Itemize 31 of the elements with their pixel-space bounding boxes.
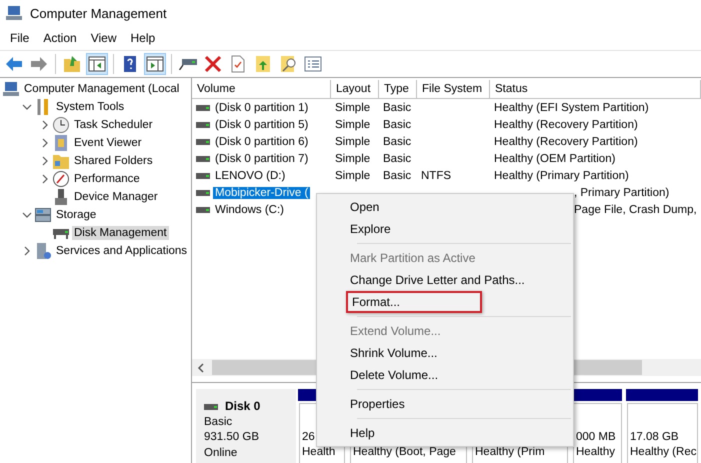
partition-status: Healthy (Boot, Page: [353, 446, 456, 458]
table-cell: Basic: [383, 118, 412, 130]
window-title: Computer Management: [30, 6, 167, 20]
partition-size: 000 MB: [576, 431, 616, 443]
table-cell: Healthy (Primary Partition): [494, 170, 629, 182]
disk-type: Basic: [204, 414, 234, 430]
table-cell: Healthy (Recovery Partition): [494, 136, 638, 148]
table-cell: Simple: [335, 118, 370, 130]
partition-status: Healthy: [576, 446, 615, 458]
partition-size: 26: [302, 431, 315, 443]
table-cell: Simple: [335, 136, 370, 148]
disk-state: Online: [204, 446, 238, 460]
partition-status: Healthy (Rec: [630, 446, 696, 458]
table-cell: Simple: [335, 170, 370, 182]
partition-status: Health: [302, 446, 336, 458]
table-cell: Basic: [383, 152, 412, 164]
table-cell: Simple: [335, 102, 370, 114]
table-cell: Simple: [335, 152, 370, 164]
partition-status: Healthy (Prim: [475, 446, 545, 458]
disk-size: 931.50 GB: [204, 430, 260, 445]
table-cell: NTFS: [421, 170, 452, 182]
disk-name: Disk 0: [225, 399, 260, 414]
table-cell: Healthy (EFI System Partition): [494, 102, 649, 114]
partition-size: 17.08 GB: [630, 431, 679, 443]
table-cell: Basic: [383, 136, 412, 148]
table-cell: Healthy (OEM Partition): [494, 152, 616, 164]
table-cell-text: Page File, Crash Dump,: [573, 204, 697, 216]
table-cell: Basic: [383, 170, 412, 182]
table-cell: Healthy (Recovery Partition): [494, 118, 638, 130]
table-cell: Basic: [383, 102, 412, 114]
table-cell-text: , Primary Partition): [573, 186, 670, 198]
